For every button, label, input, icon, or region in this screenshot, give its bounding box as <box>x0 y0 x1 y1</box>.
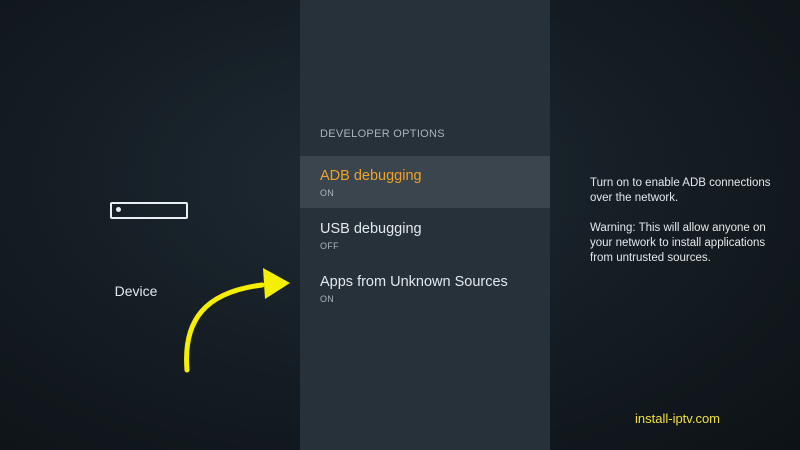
description-text: Turn on to enable ADB connections over t… <box>590 177 771 204</box>
developer-options-panel: DEVELOPER OPTIONS ADB debugging ON USB d… <box>300 0 550 450</box>
watermark-text: install-iptv.com <box>635 411 721 426</box>
warning-text: Warning: This will allow anyone on your … <box>590 222 766 264</box>
tv-device-icon <box>110 202 188 219</box>
menu-item-label: ADB debugging <box>320 168 422 184</box>
menu-item-adb-debugging[interactable]: ADB debugging ON <box>300 156 550 208</box>
menu-item-usb-debugging[interactable]: USB debugging OFF <box>300 209 550 261</box>
category-label-device[interactable]: Device <box>0 283 300 299</box>
menu-item-value: ON <box>320 188 335 198</box>
menu-item-value: OFF <box>320 241 339 251</box>
menu-header: DEVELOPER OPTIONS <box>320 128 445 140</box>
menu-item-label: Apps from Unknown Sources <box>320 274 508 290</box>
option-description: Turn on to enable ADB connections over t… <box>590 176 780 281</box>
menu-item-unknown-sources[interactable]: Apps from Unknown Sources ON <box>300 262 550 314</box>
fire-tv-settings-screen: Device DEVELOPER OPTIONS ADB debugging O… <box>0 0 800 450</box>
settings-category-column: Device <box>0 0 300 450</box>
device-indicator-dot <box>116 207 121 212</box>
menu-item-label: USB debugging <box>320 221 422 237</box>
menu-item-value: ON <box>320 294 335 304</box>
